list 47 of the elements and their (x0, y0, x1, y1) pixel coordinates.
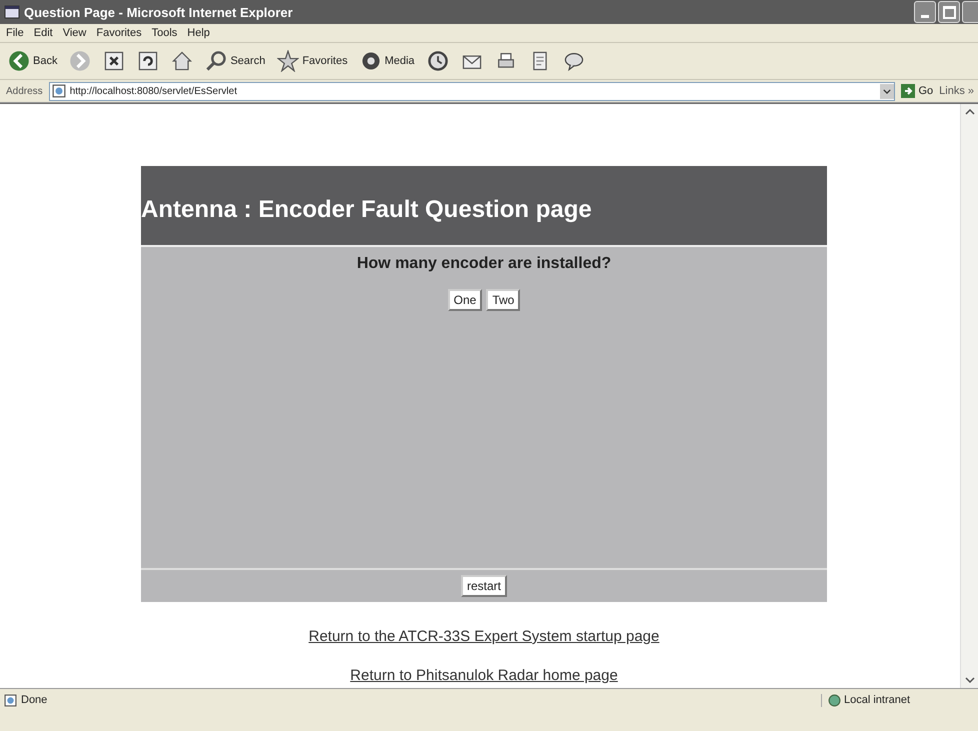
page-link[interactable]: Return to Phitsanulok Radar home page (350, 667, 618, 684)
address-field[interactable]: http://localhost:8080/servlet/EsServlet (48, 82, 896, 100)
close-button[interactable] (962, 1, 978, 23)
media-icon (360, 50, 382, 72)
forward-icon (69, 50, 92, 72)
browser-icon (4, 4, 20, 20)
answer-button[interactable]: Two (486, 289, 520, 311)
caret-icon (883, 88, 892, 94)
clock-icon (426, 50, 449, 72)
star-icon (277, 50, 300, 72)
search-button[interactable]: Search (203, 48, 268, 74)
page-icon (4, 694, 17, 706)
address-label: Address (6, 86, 43, 96)
media-button[interactable]: Media (358, 48, 417, 74)
restart-button[interactable]: restart (460, 575, 507, 597)
favorites-button[interactable]: Favorites (275, 48, 350, 74)
menu-item[interactable]: File (6, 27, 24, 39)
answer-button[interactable]: One (448, 289, 482, 311)
go-button[interactable]: Go (901, 84, 934, 98)
back-button[interactable]: Back (6, 48, 60, 74)
house-icon (171, 50, 194, 72)
menu-item[interactable]: View (62, 27, 86, 39)
arrow-icon (901, 84, 916, 98)
menu-item[interactable]: Favorites (96, 27, 142, 39)
menu-item[interactable]: Help (187, 27, 210, 39)
scroll-down-icon[interactable] (964, 677, 974, 683)
zone-text: Local intranet (844, 694, 910, 706)
window-title: Question Page - Microsoft Internet Explorer (24, 4, 294, 20)
menu-item[interactable]: Tools (152, 27, 178, 39)
menu-item[interactable]: Edit (34, 27, 53, 39)
minimize-button[interactable] (914, 1, 936, 23)
question-text: How many encoder are installed? (356, 255, 612, 273)
refresh-icon (137, 50, 160, 72)
network-icon (828, 694, 841, 706)
links-button[interactable]: Links » (939, 85, 978, 97)
status-text: Done (21, 694, 48, 706)
maximize-button[interactable] (938, 1, 960, 23)
stop-icon (103, 50, 126, 72)
back-icon (8, 50, 30, 72)
page-heading: Antenna : Encoder Fault Question page (141, 194, 592, 224)
search-icon (205, 50, 228, 72)
dropdown-button[interactable] (880, 84, 894, 98)
scroll-up-icon[interactable] (964, 109, 974, 115)
page-icon (52, 84, 66, 98)
scrollbar[interactable] (960, 104, 978, 688)
speech-bubble-icon (562, 50, 585, 72)
page-link[interactable]: Return to the ATCR-33S Expert System startup page (308, 628, 660, 645)
